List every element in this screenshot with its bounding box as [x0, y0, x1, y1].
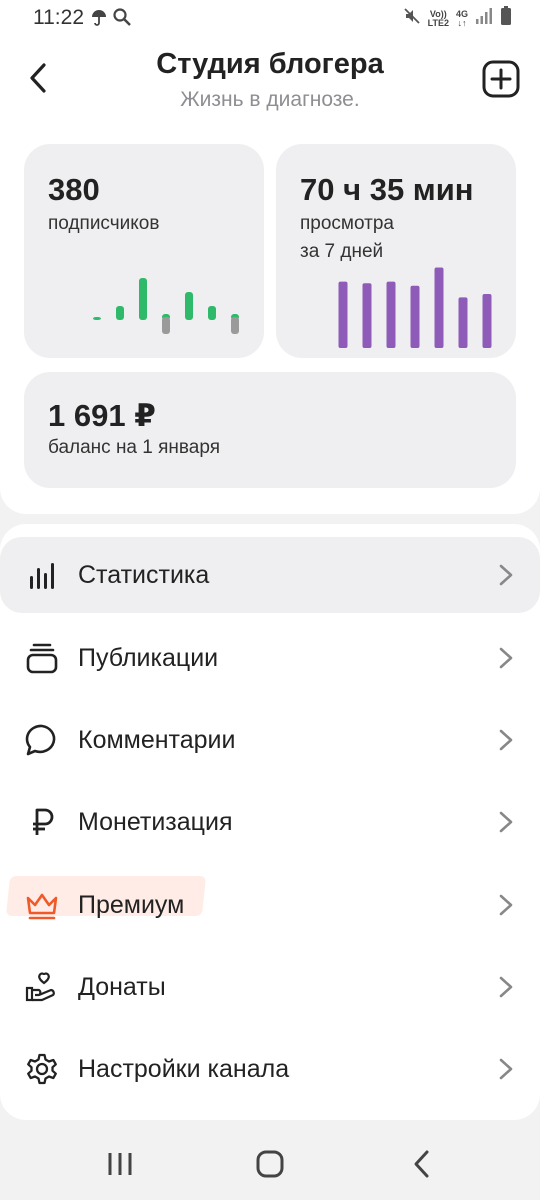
page-title: Студия блогера — [156, 48, 384, 80]
system-navigation-bar — [0, 1126, 540, 1200]
signal-icon — [475, 7, 493, 30]
ruble-icon — [24, 804, 60, 840]
views-bar — [386, 281, 396, 348]
system-back-button[interactable] — [402, 1146, 442, 1182]
menu-item-label: Настройки канала — [78, 1054, 290, 1083]
menu-item-channel-settings[interactable]: Настройки канала — [0, 1031, 540, 1107]
home-button[interactable] — [250, 1146, 290, 1182]
chevron-right-icon — [499, 729, 513, 751]
balance-label: баланс на 1 января — [48, 437, 220, 458]
blogger-studio-header-section: Студия блогера Жизнь в диагнозе. 380 под… — [0, 38, 540, 514]
subscribers-bar — [93, 317, 101, 320]
views-trend-chart — [338, 267, 492, 348]
bar-chart-icon — [24, 557, 60, 593]
donate-heart-hand-icon — [24, 969, 60, 1005]
views-bar — [458, 297, 468, 348]
channel-name: Жизнь в диагнозе. — [180, 88, 360, 111]
status-bar: 11:22 Vo)) LTE2 4G ↓↑ — [0, 0, 540, 38]
subscribers-bar — [208, 306, 216, 320]
subscribers-card[interactable]: 380 подписчиков — [24, 144, 264, 358]
studio-menu: Статистика Публикации Комментарии Монети… — [0, 524, 540, 1120]
gear-icon — [24, 1051, 60, 1087]
subscribers-bar — [162, 317, 170, 334]
views-bar — [434, 267, 444, 348]
umbrella-icon — [90, 8, 108, 31]
views-bar — [338, 281, 348, 348]
menu-item-publications[interactable]: Публикации — [0, 620, 540, 696]
chevron-right-icon — [499, 1058, 513, 1080]
chevron-right-icon — [499, 811, 513, 833]
comment-icon — [24, 722, 60, 758]
subscribers-bar — [185, 292, 193, 320]
menu-item-donations[interactable]: Донаты — [0, 949, 540, 1025]
chevron-right-icon — [499, 564, 513, 586]
battery-icon — [500, 6, 512, 31]
menu-item-comments[interactable]: Комментарии — [0, 702, 540, 778]
recent-apps-button[interactable] — [100, 1146, 140, 1182]
subscribers-bar — [139, 278, 147, 320]
menu-item-label: Донаты — [78, 972, 166, 1001]
search-status-icon — [112, 7, 132, 32]
system-back-icon — [414, 1150, 429, 1178]
subscribers-bar — [116, 306, 124, 320]
views-bar — [410, 285, 420, 348]
balance-card[interactable]: 1 691 ₽ баланс на 1 января — [24, 372, 516, 488]
menu-item-label: Публикации — [78, 643, 219, 672]
chevron-right-icon — [499, 647, 513, 669]
menu-item-premium[interactable]: Премиум — [0, 867, 540, 943]
crown-icon — [24, 887, 60, 923]
menu-item-label: Премиум — [78, 890, 185, 919]
views-bar — [362, 283, 372, 348]
menu-item-label: Комментарии — [78, 725, 236, 754]
status-time: 11:22 — [33, 6, 84, 29]
balance-amount: 1 691 ₽ — [48, 398, 156, 433]
menu-item-monetization[interactable]: Монетизация — [0, 784, 540, 860]
menu-item-label: Статистика — [78, 560, 210, 589]
home-icon — [256, 1150, 284, 1178]
stack-icon — [24, 640, 60, 676]
menu-item-label: Монетизация — [78, 807, 233, 836]
chevron-right-icon — [499, 976, 513, 998]
network-volte-indicator: Vo)) LTE2 — [427, 8, 449, 28]
views-bar — [482, 294, 492, 348]
subscribers-trend-chart — [93, 278, 239, 334]
create-post-button[interactable] — [482, 60, 520, 98]
network-4g-indicator: 4G ↓↑ — [455, 8, 468, 28]
mute-icon — [403, 7, 421, 30]
chevron-right-icon — [499, 894, 513, 916]
recent-apps-icon — [108, 1153, 132, 1175]
plus-square-icon — [482, 60, 520, 98]
views-card[interactable]: 70 ч 35 мин просмотра за 7 дней — [276, 144, 516, 358]
menu-item-statistics[interactable]: Статистика — [0, 537, 540, 613]
subscribers-bar — [231, 317, 239, 334]
